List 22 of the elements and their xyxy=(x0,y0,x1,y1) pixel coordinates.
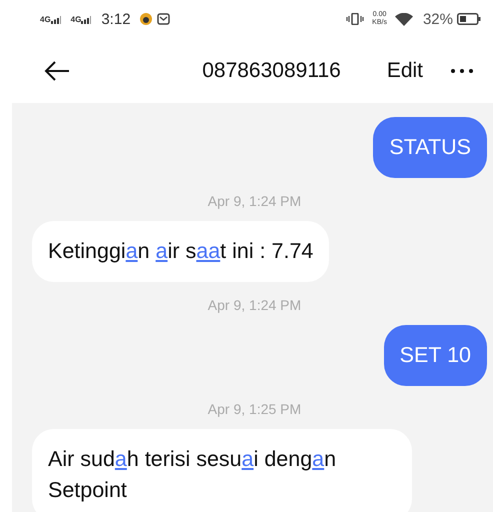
message-timestamp: Apr 9, 1:24 PM xyxy=(208,297,302,313)
signal-icon xyxy=(50,16,61,24)
signal-icon xyxy=(81,16,92,24)
clock: 3:12 xyxy=(101,10,131,28)
back-icon[interactable] xyxy=(44,60,70,80)
wifi-icon xyxy=(394,12,413,26)
more-icon[interactable] xyxy=(451,68,473,72)
received-message: Air sudah terisi sesuai dengan Setpoint xyxy=(32,429,412,512)
app-notification-icon xyxy=(138,12,153,26)
battery-icon xyxy=(457,13,481,25)
edit-button[interactable]: Edit xyxy=(386,58,423,82)
message-timestamp: Apr 9, 1:24 PM xyxy=(208,193,302,209)
mail-icon xyxy=(156,13,170,25)
battery-percentage: 32% xyxy=(422,10,453,28)
message-timestamp: Apr 9, 1:25 PM xyxy=(208,401,302,417)
sent-message: SET 10 xyxy=(384,325,487,386)
network-label: 4G xyxy=(70,14,82,24)
received-message: Ketinggian air saat ini : 7.74 xyxy=(32,221,330,282)
sent-message: STATUS xyxy=(373,117,487,178)
vibrate-icon xyxy=(346,13,364,25)
network-label: 4G xyxy=(40,14,51,24)
contact-number: 087863089116 xyxy=(202,58,341,82)
